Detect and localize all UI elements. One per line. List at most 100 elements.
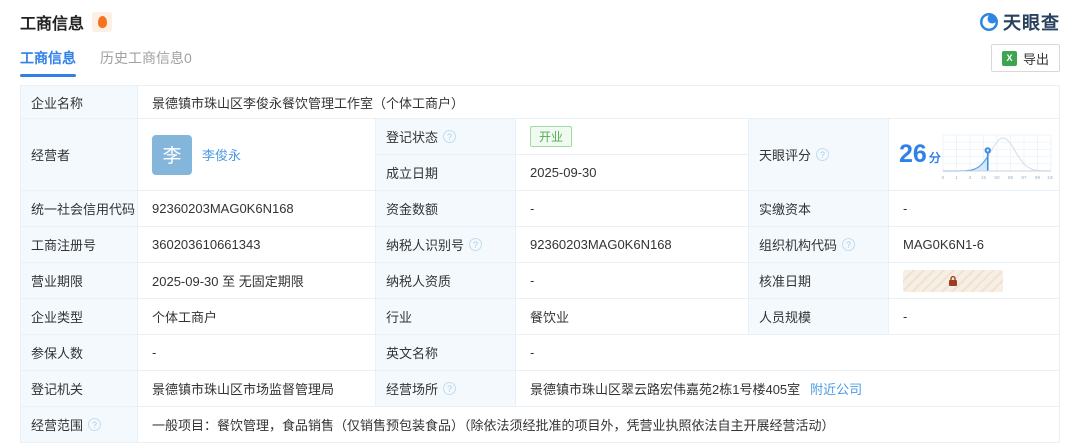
capital-amount-label: 资金数额	[376, 191, 516, 227]
help-icon[interactable]: ?	[469, 238, 482, 251]
company-type-value: 个体工商户	[138, 299, 376, 335]
org-code-label: 组织机构代码 ?	[749, 227, 889, 263]
english-name-label: 英文名称	[376, 335, 516, 371]
approval-date-value	[889, 263, 1059, 299]
tab-business-info[interactable]: 工商信息	[20, 48, 76, 77]
table-row: 工商注册号 360203610661343 纳税人识别号 ? 92360203M…	[21, 227, 1059, 263]
tyc-score-value: 26 分 0 1 3 15 50 85 97 99 100	[889, 119, 1059, 191]
establish-date-value: 2025-09-30	[516, 155, 749, 191]
svg-text:3: 3	[969, 175, 972, 181]
score-value: 26	[899, 142, 927, 167]
taxpayer-id-label-text: 纳税人识别号	[386, 235, 464, 254]
excel-icon: X	[1002, 51, 1017, 66]
reg-status-label: 登记状态 ?	[376, 119, 516, 155]
paid-capital-value: -	[889, 191, 1059, 227]
capital-amount-value: -	[516, 191, 749, 227]
export-label: 导出	[1023, 49, 1049, 68]
credit-code-label: 统一社会信用代码 ?	[21, 191, 138, 227]
svg-text:100: 100	[1047, 175, 1053, 181]
establish-date-label: 成立日期	[376, 155, 516, 191]
staff-size-value: -	[889, 299, 1059, 335]
table-row: 企业名称 景德镇市珠山区李俊永餐饮管理工作室（个体工商户）	[21, 86, 1059, 119]
nearby-companies-link[interactable]: 附近公司	[810, 379, 862, 398]
english-name-value: -	[516, 335, 1059, 371]
help-icon[interactable]: ?	[443, 130, 456, 143]
table-row: 登记机关 景德镇市珠山区市场监督管理局 经营场所 ? 景德镇市珠山区翠云路宏伟嘉…	[21, 371, 1059, 407]
tab-bar: 工商信息 历史工商信息0 X 导出	[20, 48, 1060, 80]
industry-value: 餐饮业	[516, 299, 749, 335]
reg-status-value: 开业	[516, 119, 749, 155]
taxpayer-id-value: 92360203MAG0K6N168	[516, 227, 749, 263]
help-icon[interactable]: ?	[842, 238, 855, 251]
reg-authority-label: 登记机关	[21, 371, 138, 407]
status-badge: 开业	[530, 126, 572, 147]
svg-text:85: 85	[1008, 175, 1014, 181]
company-type-label: 企业类型	[21, 299, 138, 335]
help-icon[interactable]: ?	[443, 382, 456, 395]
company-name-label: 企业名称	[21, 86, 138, 119]
locked-value-box[interactable]	[903, 270, 1003, 292]
business-place-address: 景德镇市珠山区翠云路宏伟嘉苑2栋1号楼405室	[530, 379, 800, 398]
org-code-value: MAG0K6N1-6	[889, 227, 1059, 263]
reg-status-label-text: 登记状态	[386, 127, 438, 146]
insured-count-label: 参保人数	[21, 335, 138, 371]
brand-name: 天眼查	[1003, 9, 1060, 35]
taxpayer-quality-value: -	[516, 263, 749, 299]
reg-number-label: 工商注册号	[21, 227, 138, 263]
operator-label: 经营者	[21, 119, 138, 191]
panel-header: 工商信息 天眼查	[20, 10, 1060, 34]
operator-name-link[interactable]: 李俊永	[202, 145, 241, 164]
svg-text:99: 99	[1035, 175, 1041, 181]
org-code-label-text: 组织机构代码	[759, 235, 837, 254]
table-row: 营业期限 2025-09-30 至 无固定期限 纳税人资质 - 核准日期	[21, 263, 1059, 299]
page-title: 工商信息	[20, 10, 84, 34]
reg-number-value: 360203610661343	[138, 227, 376, 263]
score-unit: 分	[929, 152, 941, 164]
business-place-value: 景德镇市珠山区翠云路宏伟嘉苑2栋1号楼405室 附近公司	[516, 371, 1059, 407]
business-place-label: 经营场所 ?	[376, 371, 516, 407]
svg-text:97: 97	[1021, 175, 1027, 181]
business-place-label-text: 经营场所	[386, 379, 438, 398]
middle-subgrid: 登记状态 ? 开业 成立日期 2025-09-30	[376, 119, 749, 191]
lock-icon	[947, 275, 959, 287]
taxpayer-quality-label: 纳税人资质	[376, 263, 516, 299]
operator-avatar[interactable]: 李	[152, 135, 192, 175]
svg-text:0: 0	[942, 175, 945, 181]
business-scope-label: 经营范围 ?	[21, 407, 138, 443]
business-scope-value: 一般项目：餐饮管理，食品销售（仅销售预包装食品）（除依法须经批准的项目外，凭营业…	[138, 407, 1059, 443]
table-row: 统一社会信用代码 ? 92360203MAG0K6N168 资金数额 - 实缴资…	[21, 191, 1059, 227]
company-name-value: 景德镇市珠山区李俊永餐饮管理工作室（个体工商户）	[138, 86, 1059, 119]
help-icon[interactable]: ?	[88, 418, 101, 431]
score-chart: 0 1 3 15 50 85 97 99 100	[941, 129, 1053, 181]
table-row: 成立日期 2025-09-30	[376, 155, 749, 191]
tianyancha-logo[interactable]: 天眼查	[979, 9, 1060, 35]
operator-value: 李 李俊永	[138, 119, 376, 191]
credit-code-label-text: 统一社会信用代码	[31, 199, 135, 218]
business-term-value: 2025-09-30 至 无固定期限	[138, 263, 376, 299]
insured-count-value: -	[138, 335, 376, 371]
tyc-score-label-text: 天眼评分	[759, 145, 811, 164]
table-row: 参保人数 - 英文名称 -	[21, 335, 1059, 371]
approval-date-label: 核准日期	[749, 263, 889, 299]
svg-text:1: 1	[955, 175, 958, 181]
business-info-panel: 工商信息 天眼查 工商信息 历史工商信息0 X 导出 企业名称 景德镇市珠山区李…	[0, 10, 1080, 443]
table-row: 登记状态 ? 开业	[376, 119, 749, 155]
credit-code-value: 92360203MAG0K6N168	[138, 191, 376, 227]
tab-history-business-info[interactable]: 历史工商信息0	[100, 48, 192, 77]
business-scope-label-text: 经营范围	[31, 415, 83, 434]
reg-authority-value: 景德镇市珠山区市场监督管理局	[138, 371, 376, 407]
svg-text:50: 50	[994, 175, 1000, 181]
table-row: 经营范围 ? 一般项目：餐饮管理，食品销售（仅销售预包装食品）（除依法须经批准的…	[21, 407, 1059, 443]
business-term-label: 营业期限	[21, 263, 138, 299]
table-row: 企业类型 个体工商户 行业 餐饮业 人员规模 -	[21, 299, 1059, 335]
taxpayer-id-label: 纳税人识别号 ?	[376, 227, 516, 263]
paid-capital-label: 实缴资本	[749, 191, 889, 227]
industry-label: 行业	[376, 299, 516, 335]
score-number: 26 分	[899, 142, 941, 167]
svg-text:15: 15	[981, 175, 987, 181]
table-row: 经营者 李 李俊永 登记状态 ? 开业 成立日期 2025-09-30	[21, 119, 1059, 191]
export-button[interactable]: X 导出	[991, 44, 1060, 72]
business-info-table: 企业名称 景德镇市珠山区李俊永餐饮管理工作室（个体工商户） 经营者 李 李俊永 …	[20, 85, 1060, 443]
help-icon[interactable]: ?	[816, 148, 829, 161]
staff-size-label: 人员规模	[749, 299, 889, 335]
